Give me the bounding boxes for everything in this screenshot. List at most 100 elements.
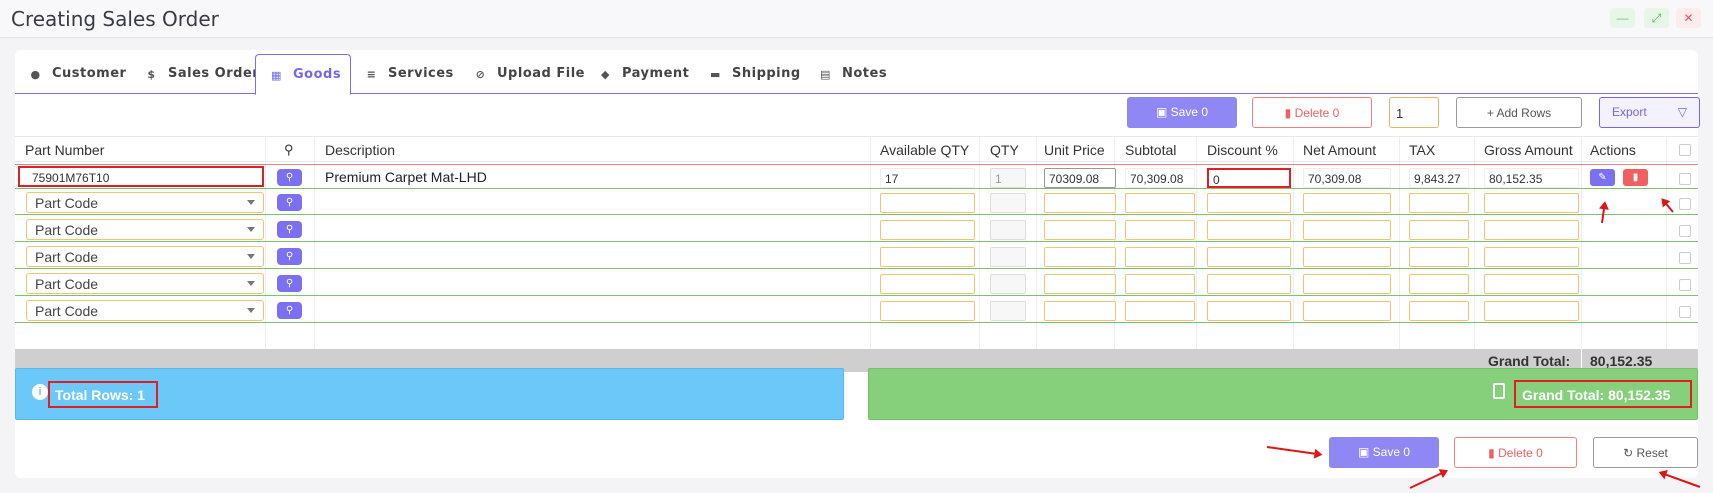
subtotal-input[interactable] — [1125, 301, 1195, 321]
gross-amount-input[interactable] — [1484, 220, 1579, 240]
qty-input[interactable] — [990, 193, 1026, 213]
row-checkbox[interactable] — [1679, 225, 1691, 237]
subtotal-input[interactable] — [1125, 193, 1195, 213]
discount-input[interactable] — [1207, 193, 1291, 213]
save-button[interactable]: ▣ Save 0 — [1127, 97, 1237, 128]
part-number-input[interactable]: 75901M76T10 — [18, 166, 264, 187]
row-checkbox[interactable] — [1679, 279, 1691, 291]
caret-down-icon — [247, 308, 255, 313]
net-amount-input[interactable] — [1303, 247, 1391, 267]
qty-input[interactable]: 1 — [990, 168, 1026, 188]
gross-amount-input[interactable]: 80,152.35 — [1484, 168, 1579, 188]
trash-icon: ▮ — [1488, 446, 1499, 460]
tab-goods[interactable]: ▦ Goods — [255, 54, 351, 95]
total-rows-text: Total Rows: 1 — [48, 381, 158, 408]
search-icon[interactable]: ⚲ — [284, 142, 294, 158]
tab-customer[interactable]: ● Customer — [29, 54, 126, 94]
window-titlebar: Creating Sales Order — ⤢ ✕ — [0, 0, 1713, 38]
qty-input[interactable] — [990, 301, 1026, 321]
tax-input[interactable] — [1409, 220, 1469, 240]
reset-button[interactable]: ↻ Reset — [1593, 437, 1698, 468]
tax-input[interactable] — [1409, 247, 1469, 267]
search-icon[interactable]: ⚲ — [277, 194, 302, 211]
tax-input[interactable] — [1409, 301, 1469, 321]
row-checkbox[interactable] — [1679, 198, 1691, 210]
unit-price-input[interactable] — [1044, 220, 1116, 240]
part-code-select[interactable]: Part Code — [26, 192, 264, 213]
net-amount-input[interactable] — [1303, 220, 1391, 240]
tab-shipping[interactable]: ▬ Shipping — [709, 54, 801, 94]
available-qty-input[interactable]: 17 — [880, 168, 975, 188]
tab-notes[interactable]: ▤ Notes — [819, 54, 887, 94]
unit-price-input[interactable] — [1044, 193, 1116, 213]
part-code-select[interactable]: Part Code — [26, 273, 264, 294]
available-qty-input[interactable] — [880, 301, 975, 321]
rows-count-input[interactable]: 1 — [1389, 97, 1439, 128]
part-code-select[interactable]: Part Code — [26, 219, 264, 240]
select-all-checkbox[interactable] — [1679, 144, 1691, 156]
maximize-button[interactable]: ⤢ — [1644, 8, 1669, 28]
part-code-select[interactable]: Part Code — [26, 246, 264, 267]
unit-price-input[interactable]: 70309.08 — [1044, 168, 1116, 188]
trash-icon[interactable]: ▮ — [1623, 169, 1648, 186]
part-code-select[interactable]: Part Code — [26, 300, 264, 321]
search-icon[interactable]: ⚲ — [277, 169, 302, 186]
net-amount-input[interactable] — [1303, 193, 1391, 213]
unit-price-input[interactable] — [1044, 274, 1116, 294]
discount-input[interactable]: 0 — [1207, 168, 1291, 188]
tab-payment[interactable]: ◆ Payment — [599, 54, 689, 94]
tax-input[interactable] — [1409, 193, 1469, 213]
footer-save-button[interactable]: ▣ Save 0 — [1329, 437, 1439, 468]
table-row: Part Code ⚲ — [15, 217, 1698, 242]
net-amount-input[interactable] — [1303, 274, 1391, 294]
grand-total-value: 80,152.35 — [1590, 353, 1653, 369]
available-qty-input[interactable] — [880, 220, 975, 240]
row-checkbox[interactable] — [1679, 252, 1691, 264]
export-dropdown[interactable]: Export ▽ — [1599, 97, 1700, 128]
tax-input[interactable]: 9,843.27 — [1409, 168, 1469, 188]
unit-price-input[interactable] — [1044, 301, 1116, 321]
discount-input[interactable] — [1207, 220, 1291, 240]
gross-amount-input[interactable] — [1484, 247, 1579, 267]
footer-delete-button[interactable]: ▮ Delete 0 — [1454, 437, 1577, 468]
row-checkbox[interactable] — [1679, 173, 1691, 185]
subtotal-input[interactable] — [1125, 274, 1195, 294]
discount-input[interactable] — [1207, 301, 1291, 321]
qty-input[interactable] — [990, 220, 1026, 240]
search-icon[interactable]: ⚲ — [277, 221, 302, 238]
table-row: Part Code ⚲ — [15, 244, 1698, 269]
gross-amount-input[interactable] — [1484, 301, 1579, 321]
tab-bar: ● Customer $ Sales Order ▦ Goods ≡ Services … — [15, 54, 1698, 95]
net-amount-input[interactable]: 70,309.08 — [1303, 168, 1391, 188]
tab-services[interactable]: ≡ Services — [365, 54, 454, 94]
gross-amount-input[interactable] — [1484, 274, 1579, 294]
available-qty-input[interactable] — [880, 247, 975, 267]
available-qty-input[interactable] — [880, 193, 975, 213]
tab-sales-order[interactable]: $ Sales Order — [145, 54, 259, 94]
available-qty-input[interactable] — [880, 274, 975, 294]
table-row: Part Code ⚲ — [15, 298, 1698, 323]
edit-icon[interactable]: ✎ — [1590, 169, 1615, 186]
subtotal-input[interactable] — [1125, 220, 1195, 240]
col-subtotal: Subtotal — [1125, 142, 1177, 158]
gross-amount-input[interactable] — [1484, 193, 1579, 213]
delete-button[interactable]: ▮ Delete 0 — [1252, 97, 1372, 128]
row-checkbox[interactable] — [1679, 306, 1691, 318]
qty-input[interactable] — [990, 274, 1026, 294]
tab-upload-file[interactable]: ⊘ Upload File — [474, 54, 585, 94]
subtotal-input[interactable] — [1125, 247, 1195, 267]
search-icon[interactable]: ⚲ — [277, 248, 302, 265]
minimize-button[interactable]: — — [1610, 8, 1635, 28]
tax-input[interactable] — [1409, 274, 1469, 294]
discount-input[interactable] — [1207, 247, 1291, 267]
net-amount-input[interactable] — [1303, 301, 1391, 321]
add-rows-button[interactable]: + Add Rows — [1456, 97, 1582, 128]
unit-price-input[interactable] — [1044, 247, 1116, 267]
truck-icon: ▬ — [710, 68, 721, 81]
qty-input[interactable] — [990, 247, 1026, 267]
search-icon[interactable]: ⚲ — [277, 275, 302, 292]
subtotal-input[interactable]: 70,309.08 — [1125, 168, 1195, 188]
search-icon[interactable]: ⚲ — [277, 302, 302, 319]
discount-input[interactable] — [1207, 274, 1291, 294]
close-button[interactable]: ✕ — [1676, 8, 1701, 28]
